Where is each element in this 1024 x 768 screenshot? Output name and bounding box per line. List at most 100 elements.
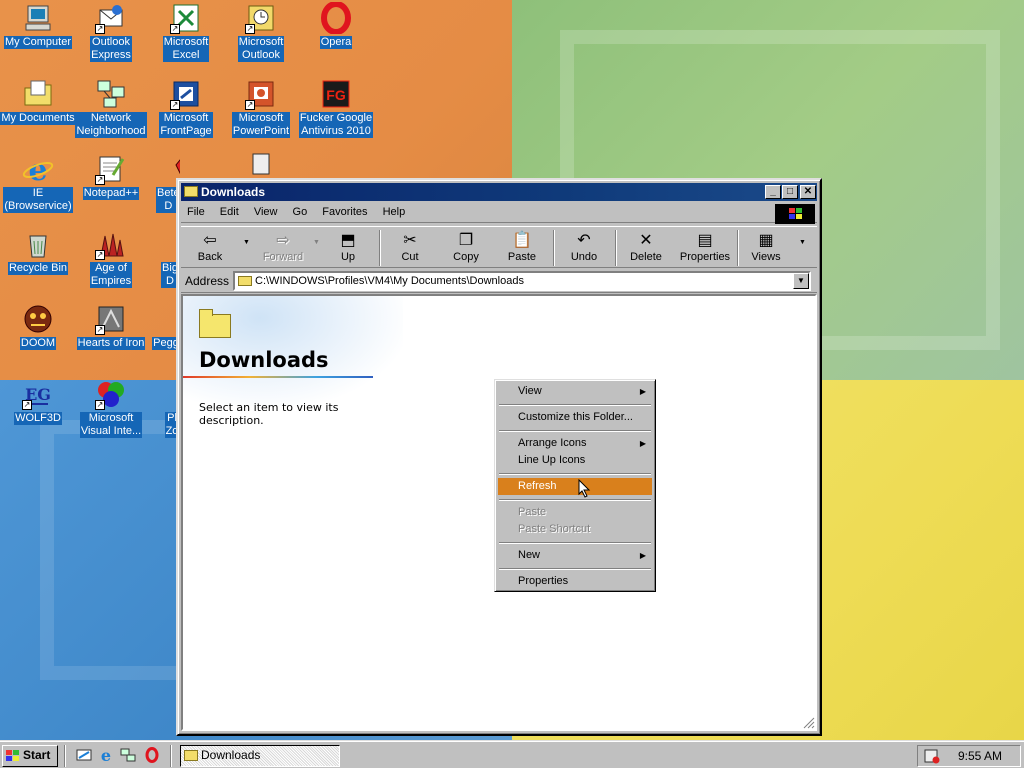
desktop-icon-frontpage[interactable]: ↗ Microsoft FrontPage bbox=[148, 78, 224, 138]
context-item-properties[interactable]: Properties bbox=[498, 573, 652, 590]
back-button[interactable]: ⇦ Back bbox=[183, 229, 237, 267]
up-button[interactable]: ⬒ Up bbox=[321, 229, 375, 267]
desktop-icon-label: Microsoft PowerPoint bbox=[231, 112, 291, 138]
menu-separator bbox=[498, 469, 652, 478]
desktop-icon-visual-interdev[interactable]: ↗ Microsoft Visual Inte... bbox=[73, 378, 149, 438]
network-icon[interactable] bbox=[120, 747, 136, 763]
desktop-icon-age-of-empires[interactable]: ↗ Age of Empires bbox=[73, 228, 149, 288]
desktop-icon-ie[interactable]: e IE (Browservice) bbox=[0, 153, 76, 213]
desktop-icon-label: Fucker Google Antivirus 2010 bbox=[298, 112, 374, 138]
computer-icon bbox=[22, 2, 54, 34]
maximize-button[interactable]: □ bbox=[782, 185, 798, 199]
desktop-icon-label: WOLF3D bbox=[14, 412, 62, 425]
desktop-icon-label: IE (Browservice) bbox=[3, 187, 73, 213]
desktop-icon-outlook-express[interactable]: ↗ Outlook Express bbox=[73, 2, 149, 62]
menu-edit[interactable]: Edit bbox=[214, 203, 245, 218]
views-dropdown-icon[interactable]: ▼ bbox=[799, 239, 806, 246]
desktop-icon-my-documents[interactable]: My Documents bbox=[0, 78, 76, 125]
menu-separator bbox=[498, 495, 652, 504]
forward-dropdown-icon[interactable]: ▼ bbox=[313, 239, 320, 246]
standard-toolbar: ⇦ Back ▼ ⇨ Forward ▼ ⬒ Up ✂ Cut ❐ Copy 📋… bbox=[181, 226, 817, 268]
toolbar-separator bbox=[553, 230, 555, 266]
opera-icon[interactable] bbox=[144, 747, 160, 763]
svg-text:FG: FG bbox=[326, 87, 346, 103]
system-tray: 9:55 AM bbox=[917, 745, 1021, 767]
show-desktop-icon[interactable] bbox=[76, 747, 92, 763]
desktop-icon-label: Microsoft Excel bbox=[162, 36, 210, 62]
address-dropdown-button[interactable]: ▼ bbox=[793, 273, 809, 289]
paste-button[interactable]: 📋 Paste bbox=[495, 229, 549, 267]
desktop-icon-label: My Computer bbox=[3, 36, 73, 49]
desktop-icon-notepad[interactable]: ↗ Notepad++ bbox=[73, 153, 149, 200]
undo-button[interactable]: ↶ Undo bbox=[557, 229, 611, 267]
wolf3d-icon: EG ↗ bbox=[22, 385, 51, 410]
address-label: Address bbox=[185, 274, 230, 288]
desktop-icon-label: Outlook Express bbox=[90, 36, 132, 62]
internet-explorer-icon[interactable]: e bbox=[98, 747, 114, 763]
desktop-icon-powerpoint[interactable]: ↗ Microsoft PowerPoint bbox=[223, 78, 299, 138]
window-titlebar[interactable]: Downloads _ □ ✕ bbox=[181, 183, 817, 201]
clock[interactable]: 9:55 AM bbox=[958, 746, 1002, 766]
folder-icon bbox=[238, 276, 252, 286]
desktop-icon-label: Recycle Bin bbox=[7, 262, 69, 275]
minimize-button[interactable]: _ bbox=[765, 185, 781, 199]
context-item-view[interactable]: View ▶ bbox=[498, 383, 652, 400]
desktop-icon-label: Notepad++ bbox=[82, 187, 140, 200]
scheduler-icon[interactable] bbox=[924, 748, 940, 764]
menu-file[interactable]: File bbox=[181, 203, 211, 218]
start-label: Start bbox=[23, 748, 51, 762]
up-folder-icon: ⬒ bbox=[340, 232, 356, 249]
desktop-icon-excel[interactable]: ↗ Microsoft Excel bbox=[148, 2, 224, 62]
desktop-icon-network[interactable]: Network Neighborhood bbox=[73, 78, 149, 138]
copy-button[interactable]: ❐ Copy bbox=[439, 229, 493, 267]
notepad-icon: ↗ bbox=[95, 153, 127, 185]
views-button[interactable]: ▦ Views bbox=[739, 229, 793, 267]
forward-arrow-icon: ⇨ bbox=[276, 232, 290, 249]
forward-button[interactable]: ⇨ Forward bbox=[253, 229, 313, 267]
back-dropdown-icon[interactable]: ▼ bbox=[243, 239, 250, 246]
context-item-new[interactable]: New ▶ bbox=[498, 547, 652, 564]
views-label: Views bbox=[751, 251, 781, 263]
address-input[interactable]: C:\WINDOWS\Profiles\VM4\My Documents\Dow… bbox=[233, 271, 811, 291]
copy-label: Copy bbox=[453, 251, 479, 263]
taskbar-button-downloads[interactable]: Downloads bbox=[180, 745, 340, 767]
menu-favorites[interactable]: Favorites bbox=[316, 203, 373, 218]
back-label: Back bbox=[197, 251, 223, 263]
menu-help[interactable]: Help bbox=[377, 203, 412, 218]
desktop-icon-antivirus[interactable]: FG Fucker Google Antivirus 2010 bbox=[298, 78, 374, 138]
menu-separator bbox=[498, 564, 652, 573]
svg-text:e: e bbox=[101, 747, 111, 763]
context-item-label: View bbox=[518, 385, 542, 397]
desktop-icon-my-computer[interactable]: My Computer bbox=[0, 2, 76, 49]
desktop-icon-label: Opera bbox=[319, 36, 353, 49]
close-button[interactable]: ✕ bbox=[800, 185, 816, 199]
submenu-arrow-icon: ▶ bbox=[639, 439, 646, 448]
menu-go[interactable]: Go bbox=[287, 203, 314, 218]
properties-label: Properties bbox=[679, 251, 731, 263]
context-item-line-up-icons[interactable]: Line Up Icons bbox=[498, 452, 652, 469]
desktop-icon-doom[interactable]: DOOM bbox=[0, 303, 76, 350]
cut-button[interactable]: ✂ Cut bbox=[383, 229, 437, 267]
context-item-label: Properties bbox=[518, 575, 569, 587]
desktop-icon-recycle-bin[interactable]: Recycle Bin bbox=[0, 228, 76, 275]
desktop-icon-outlook[interactable]: ↗ Microsoft Outlook bbox=[223, 2, 299, 62]
outlook-icon: ↗ bbox=[245, 2, 277, 34]
context-item-label: Customize this Folder... bbox=[518, 411, 633, 423]
undo-icon: ↶ bbox=[577, 232, 591, 249]
desktop-icon-wolf3d[interactable]: EG ↗ WOLF3D bbox=[0, 378, 76, 425]
context-item-refresh[interactable]: Refresh bbox=[498, 478, 652, 495]
taskbar-separator bbox=[64, 745, 66, 767]
delete-button[interactable]: ✕ Delete bbox=[619, 229, 673, 267]
resize-grip-icon[interactable] bbox=[803, 717, 815, 729]
back-arrow-icon: ⇦ bbox=[203, 232, 217, 249]
menu-view[interactable]: View bbox=[248, 203, 284, 218]
context-item-label: Arrange Icons bbox=[518, 437, 587, 449]
context-item-customize-folder[interactable]: Customize this Folder... bbox=[498, 409, 652, 426]
desktop-icon-hearts-of-iron[interactable]: ↗ Hearts of Iron bbox=[73, 303, 149, 350]
start-button[interactable]: Start bbox=[2, 745, 58, 767]
large-folder-icon bbox=[199, 309, 231, 338]
properties-button[interactable]: ▤ Properties bbox=[675, 229, 735, 267]
desktop-icon-opera[interactable]: Opera bbox=[298, 1, 374, 49]
context-item-arrange-icons[interactable]: Arrange Icons ▶ bbox=[498, 435, 652, 452]
taskbar-button-label: Downloads bbox=[201, 748, 261, 762]
